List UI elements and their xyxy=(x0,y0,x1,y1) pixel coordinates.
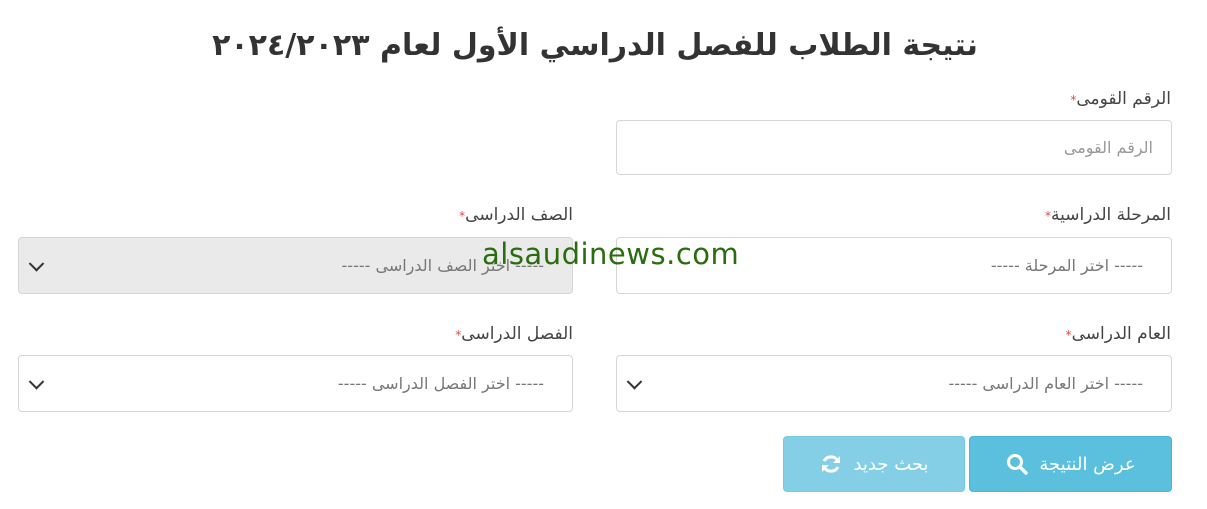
watermark-text: alsaudinews.com xyxy=(482,237,740,271)
year-selected-value: ----- اختر العام الدراسى ----- xyxy=(948,374,1143,393)
year-select[interactable]: ----- اختر العام الدراسى ----- xyxy=(616,355,1172,412)
year-label: العام الدراسى* xyxy=(1062,324,1171,344)
term-label: الفصل الدراسى* xyxy=(451,324,573,344)
term-label-text: الفصل الدراسى xyxy=(461,324,573,344)
year-label-text: العام الدراسى xyxy=(1071,324,1171,344)
new-search-label: بحث جديد xyxy=(853,453,929,475)
national-id-input[interactable]: الرقم القومى xyxy=(616,120,1172,175)
national-id-placeholder: الرقم القومى xyxy=(1063,138,1153,157)
stage-label-text: المرحلة الدراسية xyxy=(1050,205,1171,225)
show-result-button[interactable]: عرض النتيجة xyxy=(969,436,1172,492)
national-id-label: الرقم القومى* xyxy=(1066,89,1171,109)
chevron-down-icon xyxy=(626,373,643,390)
grade-label: الصف الدراسى* xyxy=(455,205,573,225)
refresh-icon xyxy=(822,455,841,473)
page-title: نتيجة الطلاب للفصل الدراسي الأول لعام ٢٠… xyxy=(212,28,978,63)
stage-selected-value: ----- اختر المرحلة ----- xyxy=(990,256,1143,275)
chevron-down-icon xyxy=(28,255,45,272)
term-selected-value: ----- اختر الفصل الدراسى ----- xyxy=(337,374,544,393)
national-id-label-text: الرقم القومى xyxy=(1076,89,1171,109)
term-select[interactable]: ----- اختر الفصل الدراسى ----- xyxy=(18,355,573,412)
search-icon xyxy=(1007,454,1029,475)
grade-label-text: الصف الدراسى xyxy=(465,205,573,225)
new-search-button[interactable]: بحث جديد xyxy=(783,436,965,492)
chevron-down-icon xyxy=(28,373,45,390)
stage-label: المرحلة الدراسية* xyxy=(1041,205,1171,225)
show-result-label: عرض النتيجة xyxy=(1039,453,1136,475)
